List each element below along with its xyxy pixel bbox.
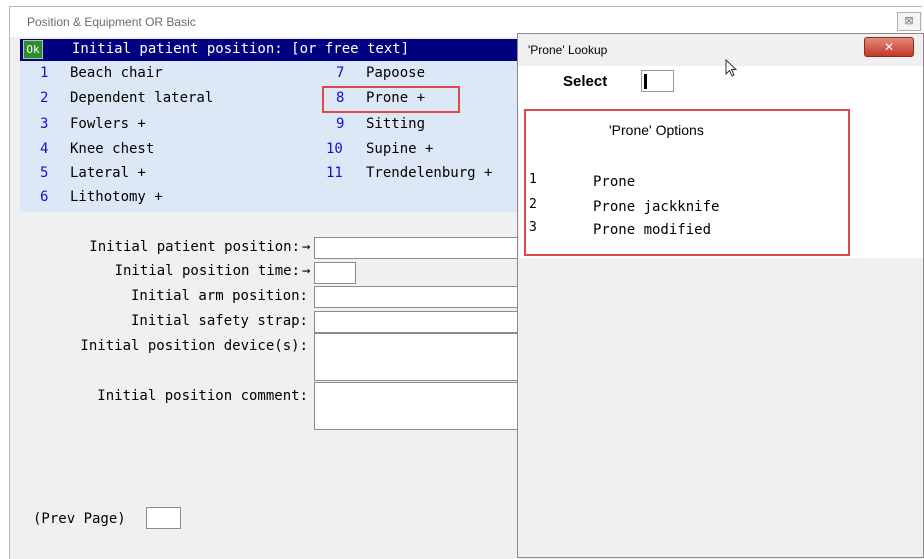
prev-page-input[interactable] — [146, 507, 181, 529]
prone-highlight — [322, 86, 460, 113]
choice-label: Papoose — [366, 65, 426, 81]
choice-label: Beach chair — [70, 65, 163, 81]
choice-label: Lateral + — [70, 165, 146, 181]
position-time-input[interactable] — [314, 262, 356, 284]
choice-label: Trendelenburg + — [366, 165, 493, 181]
close-window-button[interactable]: ⊠ — [897, 12, 921, 31]
window-title: Position & Equipment OR Basic — [27, 15, 196, 29]
position-comment-input[interactable] — [314, 382, 518, 430]
position-devices-input[interactable] — [314, 333, 518, 381]
choice-label: Supine + — [366, 141, 434, 157]
required-arrow-icon: → — [302, 239, 311, 255]
mouse-pointer-icon — [725, 59, 738, 77]
choice-number: 5 — [40, 165, 49, 181]
text-caret — [644, 74, 647, 89]
choice-number: 3 — [40, 116, 49, 132]
choice-label: Fowlers + — [70, 116, 146, 132]
options-highlight — [524, 109, 850, 256]
safety-strap-label: Initial safety strap: — [130, 313, 308, 329]
safety-strap-input[interactable] — [314, 311, 518, 333]
dialog-title: 'Prone' Lookup — [528, 43, 608, 57]
choice-number: 1 — [40, 65, 49, 81]
choice-number: 10 — [326, 141, 343, 157]
patient-position-label: Initial patient position: — [89, 239, 300, 255]
select-label: Select — [563, 73, 608, 90]
required-arrow-icon: → — [302, 263, 311, 279]
choice-number: 7 — [336, 65, 345, 81]
prev-page-label: (Prev Page) — [33, 511, 126, 527]
choice-label: Lithotomy + — [70, 189, 163, 205]
ok-button[interactable]: Ok — [23, 40, 43, 59]
arm-position-label: Initial arm position: — [130, 288, 308, 304]
choice-number: 9 — [336, 116, 345, 132]
choice-number: 2 — [40, 90, 49, 106]
position-time-label: Initial position time: — [114, 263, 300, 279]
close-dialog-button[interactable]: ✕ — [864, 37, 914, 57]
position-devices-label: Initial position device(s): — [80, 338, 308, 354]
choice-number: 4 — [40, 141, 49, 157]
choice-label: Dependent lateral — [70, 90, 214, 106]
choice-label: Sitting — [366, 116, 426, 132]
choice-number: 6 — [40, 189, 49, 205]
arm-position-input[interactable] — [314, 286, 518, 308]
patient-position-input[interactable] — [314, 237, 518, 259]
prompt-text: Initial patient position: [or free text] — [72, 41, 410, 57]
choice-number: 11 — [326, 165, 343, 181]
choice-label: Knee chest — [70, 141, 155, 157]
position-comment-label: Initial position comment: — [97, 388, 308, 404]
